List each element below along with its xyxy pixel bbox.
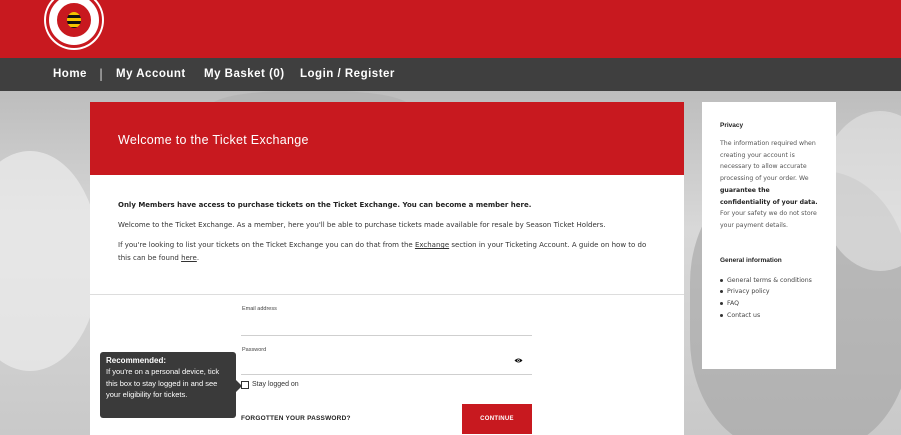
club-crest-logo[interactable] (46, 0, 102, 48)
info-sidebar: Privacy The information required when cr… (702, 102, 836, 369)
privacy-policy-link[interactable]: Privacy policy (720, 286, 819, 298)
email-field[interactable] (241, 320, 532, 334)
password-field[interactable] (241, 357, 532, 371)
eye-icon[interactable] (514, 357, 523, 364)
forgot-password-link[interactable]: FORGOTTEN YOUR PASSWORD? (241, 415, 351, 422)
welcome-text: Welcome to the Ticket Exchange. As a mem… (118, 221, 606, 229)
site-header (0, 0, 901, 58)
password-underline (241, 374, 532, 375)
faq-link[interactable]: FAQ (720, 298, 819, 310)
bg-shape (0, 151, 100, 371)
contact-us-link[interactable]: Contact us (720, 310, 819, 322)
privacy-text-1: The information required when creating y… (720, 140, 816, 183)
tooltip-title: Recommended: (106, 356, 167, 365)
continue-button[interactable]: CONTINUE (462, 404, 532, 434)
nav-home[interactable]: Home (53, 68, 87, 80)
stay-logged-tooltip: Recommended: If you're on a personal dev… (100, 352, 242, 418)
guide-here-link[interactable]: here (181, 254, 197, 262)
bee-icon (67, 12, 81, 28)
list-text-3: . (196, 254, 200, 262)
stay-logged-on-checkbox[interactable] (241, 381, 249, 389)
list-text-1: If you're looking to list your tickets o… (118, 241, 415, 249)
tooltip-body: If you're on a personal device, tick thi… (106, 367, 220, 399)
nav-login-register[interactable]: Login / Register (300, 68, 395, 80)
general-info-heading: General information (720, 256, 782, 264)
main-nav: Home | My Account My Basket (0) Login / … (0, 58, 901, 91)
nav-separator: | (99, 67, 104, 81)
stay-logged-on-label[interactable]: Stay logged on (252, 381, 299, 388)
members-notice: Only Members have access to purchase tic… (118, 201, 532, 209)
exchange-link[interactable]: Exchange (415, 241, 449, 249)
divider (90, 294, 684, 295)
privacy-bold: guarantee the confidentiality of your da… (720, 186, 818, 206)
list-tickets-text: If you're looking to list your tickets o… (118, 239, 658, 265)
password-label: Password (242, 347, 267, 353)
page-title: Welcome to the Ticket Exchange (118, 133, 309, 147)
card-header: Welcome to the Ticket Exchange (90, 102, 684, 175)
nav-my-account[interactable]: My Account (116, 68, 186, 80)
nav-my-basket[interactable]: My Basket (0) (204, 68, 285, 80)
privacy-text: The information required when creating y… (720, 138, 819, 232)
terms-link[interactable]: General terms & conditions (720, 275, 819, 287)
general-info-list: General terms & conditions Privacy polic… (720, 275, 819, 322)
email-underline (241, 335, 532, 336)
email-label: Email address (242, 306, 277, 312)
privacy-text-2: For your safety we do not store your pay… (720, 210, 817, 229)
privacy-heading: Privacy (720, 122, 744, 129)
crest-inner (55, 1, 93, 39)
